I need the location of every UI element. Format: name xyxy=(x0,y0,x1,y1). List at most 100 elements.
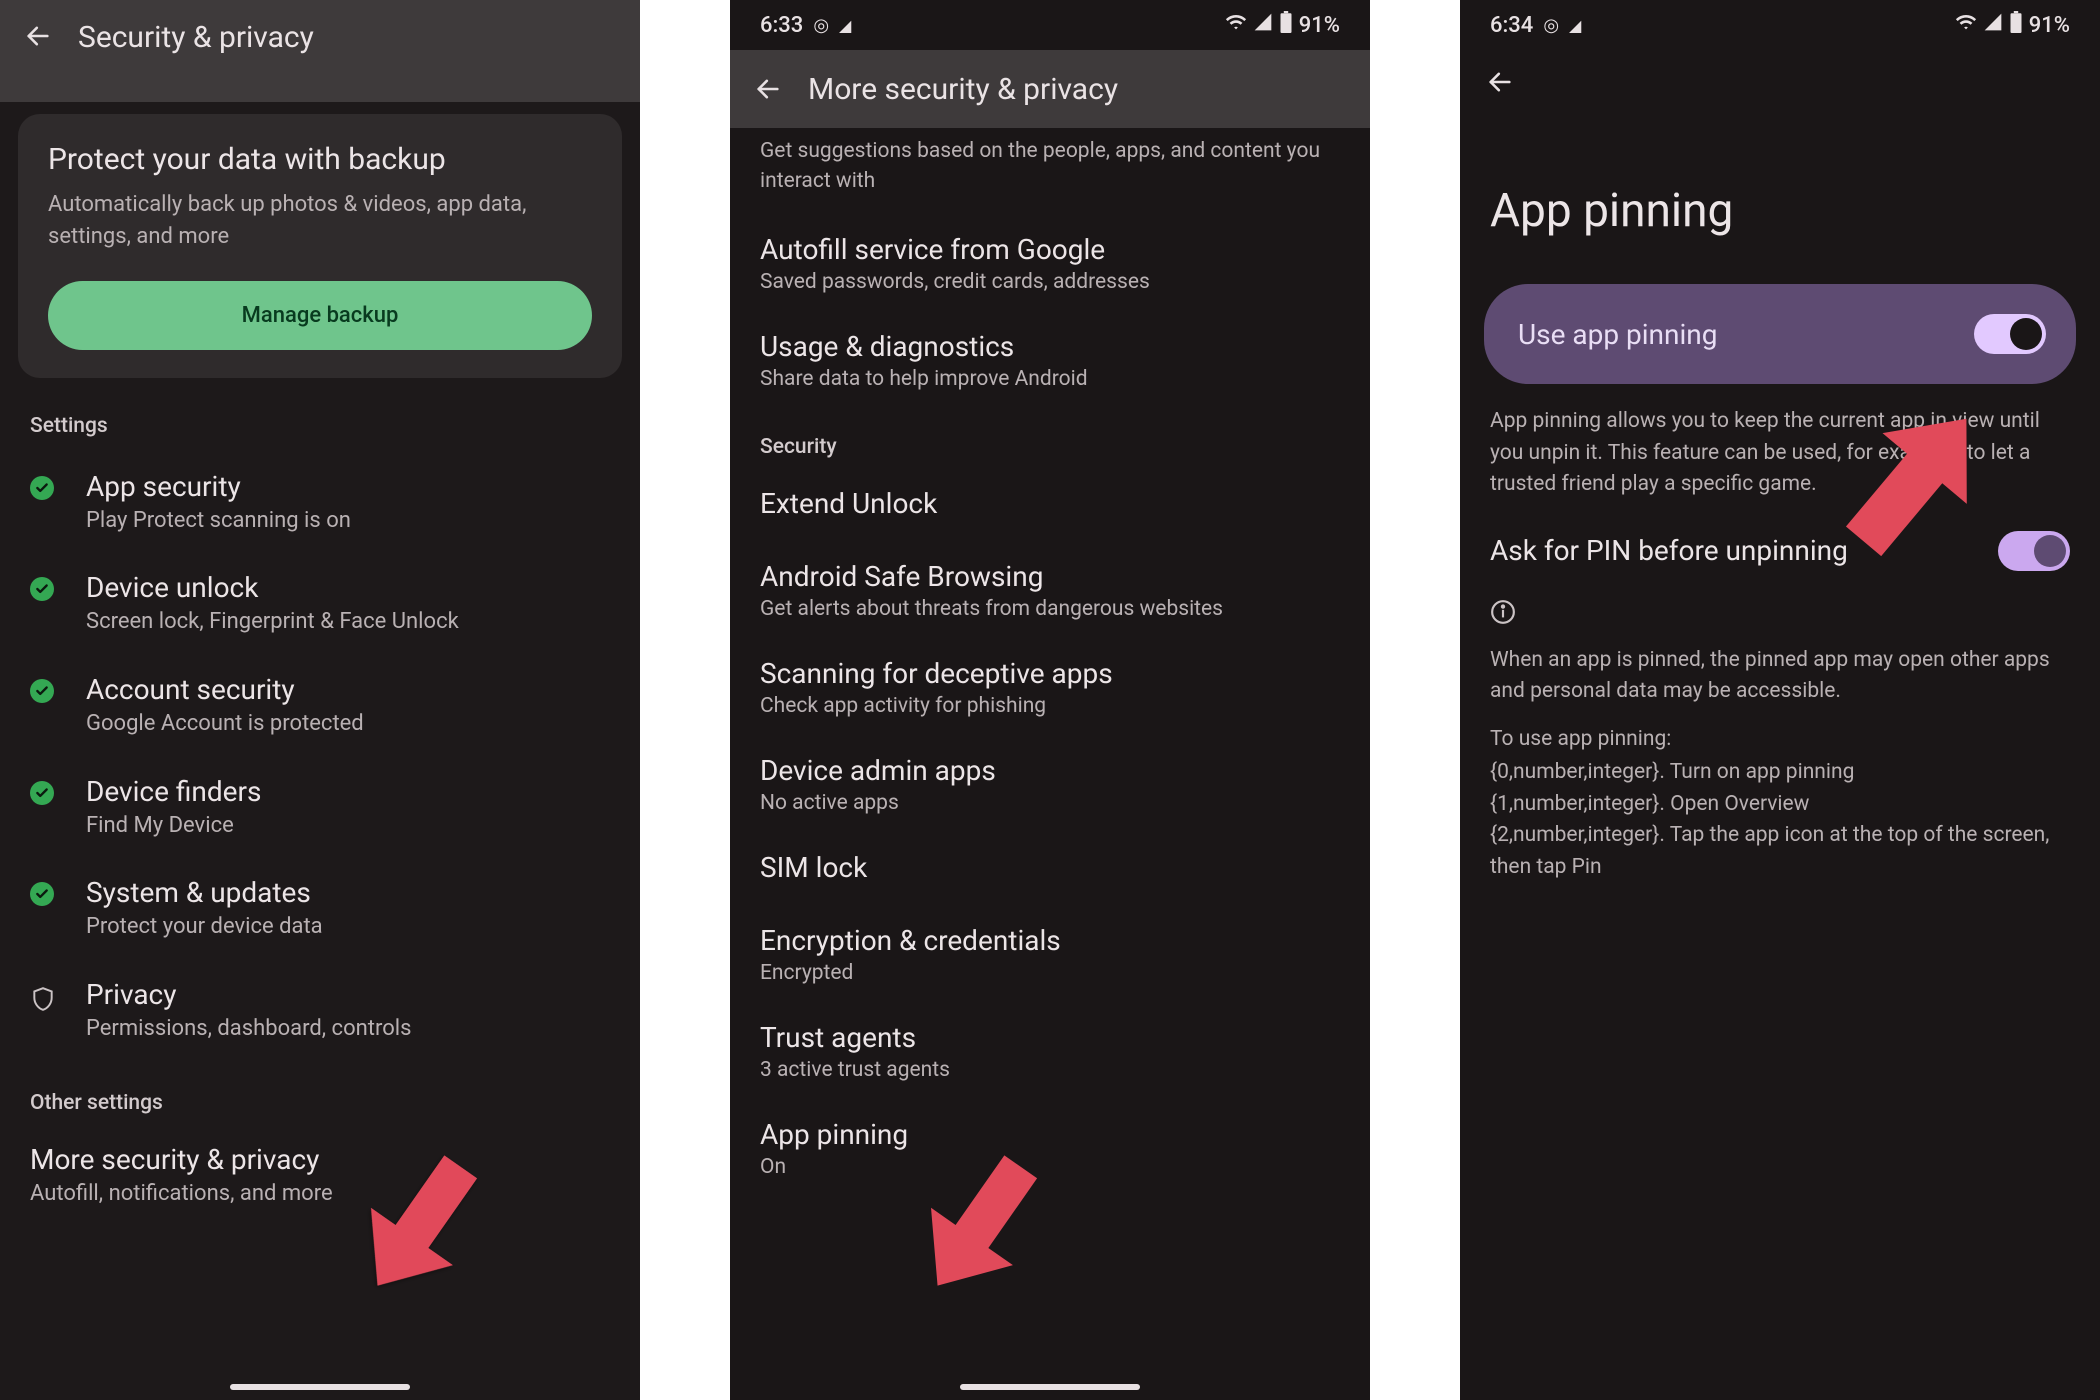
item-sub: Find My Device xyxy=(86,812,610,841)
battery-icon xyxy=(2009,11,2023,39)
settings-item-more-security-privacy[interactable]: More security & privacy Autofill, notifi… xyxy=(0,1129,640,1227)
item-usage-diagnostics[interactable]: Usage & diagnostics Share data to help i… xyxy=(730,312,1370,409)
howto-line-1: {0,number,integer}. Turn on app pinning xyxy=(1460,757,2100,789)
manage-backup-button[interactable]: Manage backup xyxy=(48,281,592,350)
toggle-label: Ask for PIN before unpinning xyxy=(1490,534,1848,567)
item-sub: Check app activity for phishing xyxy=(760,694,1340,718)
appbar xyxy=(1460,50,2100,114)
wifi-icon xyxy=(1225,11,1247,39)
item-title: App pinning xyxy=(760,1118,1340,1151)
item-encryption[interactable]: Encryption & credentials Encrypted xyxy=(730,906,1370,1003)
switch-icon[interactable] xyxy=(1974,314,2046,354)
item-sub: No active apps xyxy=(760,791,1340,815)
item-title: More security & privacy xyxy=(30,1143,610,1176)
settings-item-device-finders[interactable]: Device finders Find My Device xyxy=(0,757,640,859)
toggle-use-app-pinning[interactable]: Use app pinning xyxy=(1484,284,2076,384)
signal-icon xyxy=(1253,12,1273,38)
item-device-admin[interactable]: Device admin apps No active apps xyxy=(730,736,1370,833)
howto-intro: To use app pinning: xyxy=(1460,718,2100,758)
item-title: Scanning for deceptive apps xyxy=(760,657,1340,690)
backup-title: Protect your data with backup xyxy=(48,142,592,177)
appbar: More security & privacy xyxy=(730,50,1370,128)
item-title: Encryption & credentials xyxy=(760,924,1340,957)
screen-app-pinning: 6:34 ◎ ◢ 91% App pinning Use app pinning… xyxy=(1460,0,2100,1400)
status-time: 6:33 xyxy=(760,13,803,38)
notification-icon: ◢ xyxy=(1569,16,1581,35)
header-subtext: Get suggestions based on the people, app… xyxy=(730,128,1370,215)
toggle-ask-for-pin[interactable]: Ask for PIN before unpinning xyxy=(1460,511,2100,589)
item-title: Privacy xyxy=(86,978,610,1011)
item-sub: Play Protect scanning is on xyxy=(86,507,610,536)
status-bar: 6:34 ◎ ◢ 91% xyxy=(1460,0,2100,50)
item-title: Usage & diagnostics xyxy=(760,330,1340,363)
item-sub: Google Account is protected xyxy=(86,710,610,739)
item-sub: On xyxy=(760,1155,1340,1179)
item-sub: Saved passwords, credit cards, addresses xyxy=(760,270,1340,294)
item-sub: Protect your device data xyxy=(86,913,610,942)
screen-security-privacy: Security & privacy Protect your data wit… xyxy=(0,0,640,1400)
app-pinning-description: App pinning allows you to keep the curre… xyxy=(1460,384,2100,511)
item-sim-lock[interactable]: SIM lock xyxy=(730,833,1370,906)
item-app-pinning[interactable]: App pinning On xyxy=(730,1100,1370,1197)
item-sub: Get alerts about threats from dangerous … xyxy=(760,597,1340,621)
check-icon xyxy=(30,577,54,601)
item-sub: Permissions, dashboard, controls xyxy=(86,1015,610,1044)
backup-card: Protect your data with backup Automatica… xyxy=(18,114,622,378)
check-icon xyxy=(30,476,54,500)
instagram-icon: ◎ xyxy=(1543,15,1559,36)
status-bar: 6:33 ◎ ◢ 91% xyxy=(730,0,1370,50)
item-title: Android Safe Browsing xyxy=(760,560,1340,593)
check-icon xyxy=(30,882,54,906)
item-trust-agents[interactable]: Trust agents 3 active trust agents xyxy=(730,1003,1370,1100)
notification-icon: ◢ xyxy=(839,16,851,35)
item-extend-unlock[interactable]: Extend Unlock xyxy=(730,469,1370,542)
check-icon xyxy=(30,781,54,805)
appbar: Security & privacy xyxy=(0,0,640,102)
item-title: Account security xyxy=(86,673,610,706)
settings-item-privacy[interactable]: Privacy Permissions, dashboard, controls xyxy=(0,960,640,1062)
howto-line-3: {2,number,integer}. Tap the app icon at … xyxy=(1460,820,2100,893)
toggle-label: Use app pinning xyxy=(1518,318,1717,351)
settings-item-app-security[interactable]: App security Play Protect scanning is on xyxy=(0,452,640,554)
status-battery-pct: 91% xyxy=(1299,13,1340,38)
switch-icon[interactable] xyxy=(1998,531,2070,571)
settings-item-system-updates[interactable]: System & updates Protect your device dat… xyxy=(0,858,640,960)
gesture-bar[interactable] xyxy=(230,1384,410,1390)
status-time: 6:34 xyxy=(1490,13,1533,38)
appbar-title: More security & privacy xyxy=(808,72,1118,107)
other-settings-label: Other settings xyxy=(0,1061,640,1129)
back-icon[interactable] xyxy=(22,20,54,52)
item-autofill-service[interactable]: Autofill service from Google Saved passw… xyxy=(730,215,1370,312)
settings-section-label: Settings xyxy=(0,400,640,452)
item-title: Extend Unlock xyxy=(760,487,1340,520)
item-sub: Autofill, notifications, and more xyxy=(30,1180,610,1209)
info-icon xyxy=(1460,589,2100,639)
item-title: SIM lock xyxy=(760,851,1340,884)
pinned-warning-text: When an app is pinned, the pinned app ma… xyxy=(1460,639,2100,718)
gesture-bar[interactable] xyxy=(960,1384,1140,1390)
item-title: Device unlock xyxy=(86,571,610,604)
item-sub: Encrypted xyxy=(760,961,1340,985)
item-title: Device finders xyxy=(86,775,610,808)
status-battery-pct: 91% xyxy=(2029,13,2070,38)
instagram-icon: ◎ xyxy=(813,15,829,36)
settings-item-device-unlock[interactable]: Device unlock Screen lock, Fingerprint &… xyxy=(0,553,640,655)
back-icon[interactable] xyxy=(752,73,784,105)
shield-icon xyxy=(30,978,62,1018)
appbar-title: Security & privacy xyxy=(78,20,314,55)
item-sub: Screen lock, Fingerprint & Face Unlock xyxy=(86,608,610,637)
signal-icon xyxy=(1983,12,2003,38)
check-icon xyxy=(30,679,54,703)
item-scanning-deceptive[interactable]: Scanning for deceptive apps Check app ac… xyxy=(730,639,1370,736)
item-title: Trust agents xyxy=(760,1021,1340,1054)
item-title: Autofill service from Google xyxy=(760,233,1340,266)
page-title: App pinning xyxy=(1460,114,2100,284)
settings-item-account-security[interactable]: Account security Google Account is prote… xyxy=(0,655,640,757)
item-title: Device admin apps xyxy=(760,754,1340,787)
item-sub: 3 active trust agents xyxy=(760,1058,1340,1082)
howto-line-2: {1,number,integer}. Open Overview xyxy=(1460,789,2100,821)
back-icon[interactable] xyxy=(1484,66,1516,98)
backup-subtitle: Automatically back up photos & videos, a… xyxy=(48,189,592,253)
item-title: System & updates xyxy=(86,876,610,909)
item-safe-browsing[interactable]: Android Safe Browsing Get alerts about t… xyxy=(730,542,1370,639)
